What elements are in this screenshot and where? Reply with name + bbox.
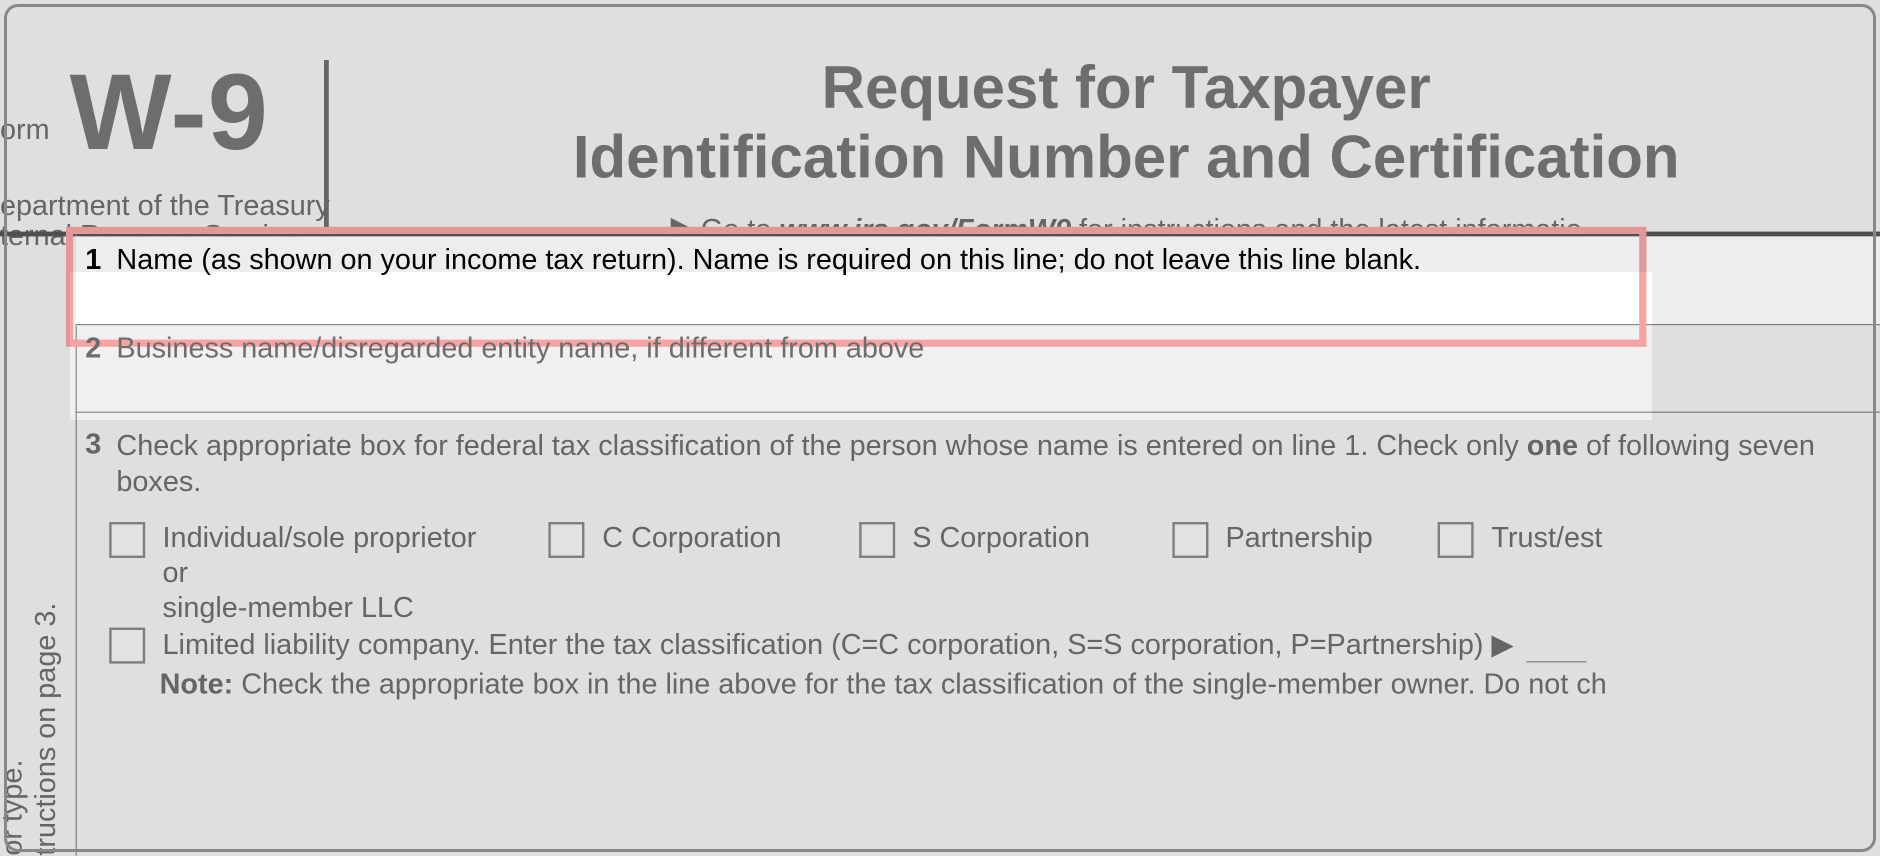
line-2-number: 2 (85, 332, 101, 366)
line-2-business-name-field[interactable]: 2 Business name/disregarded entity name,… (76, 325, 1880, 413)
dim-overlay-top (0, 0, 1880, 272)
dim-overlay-right (1652, 272, 1880, 420)
dim-overlay-left (0, 272, 70, 420)
dim-overlay-bottom (0, 420, 1880, 856)
line-2-label: Business name/disregarded entity name, i… (116, 332, 924, 366)
